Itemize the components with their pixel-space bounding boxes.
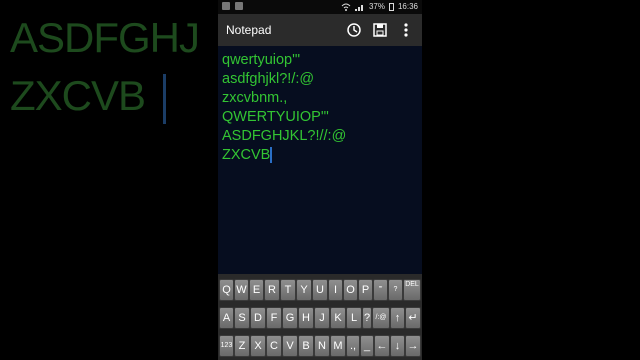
key-u[interactable]: U — [312, 279, 328, 301]
key-r[interactable]: R — [264, 279, 280, 301]
editor-line: qwertyuiop'" — [222, 52, 301, 68]
key-enter[interactable]: ↵ — [405, 307, 421, 329]
key-arrow-right[interactable]: → — [405, 335, 421, 357]
key-k[interactable]: K — [330, 307, 346, 329]
signal-icon — [354, 4, 363, 11]
save-icon[interactable] — [372, 22, 388, 38]
key-g[interactable]: G — [282, 307, 298, 329]
key-question[interactable]: ? — [388, 279, 403, 301]
text-editor[interactable]: qwertyuiop'" asdfghjkl?!/:@ zxcvbnm., QW… — [218, 46, 422, 274]
key-v[interactable]: V — [282, 335, 298, 357]
editor-line: ZXCVB — [222, 147, 271, 163]
key-j[interactable]: J — [314, 307, 330, 329]
key-period-comma[interactable]: ., — [346, 335, 360, 357]
app-bar: Notepad — [218, 14, 422, 46]
key-shift[interactable]: ↑ — [390, 307, 405, 329]
echo-caret — [163, 74, 166, 124]
history-clock-icon[interactable] — [346, 22, 362, 38]
key-space[interactable]: _ — [360, 335, 374, 357]
status-bar: 37% 16:36 — [218, 0, 422, 14]
key-d[interactable]: D — [250, 307, 266, 329]
key-b[interactable]: B — [298, 335, 314, 357]
wifi-icon — [341, 3, 351, 11]
editor-line: ASDFGHJKL?!//:@ — [222, 128, 347, 144]
key-z[interactable]: Z — [234, 335, 250, 357]
system-icons: 37% 16:36 — [341, 2, 418, 11]
echo-line-2: ZXCVB — [10, 72, 146, 119]
key-a[interactable]: A — [219, 307, 234, 329]
key-n[interactable]: N — [314, 335, 330, 357]
notification-icon — [235, 2, 243, 10]
key-arrow-left[interactable]: ← — [374, 335, 390, 357]
background-echo: ASDFGHJ ZXCVB — [0, 0, 218, 360]
battery-icon — [388, 2, 394, 11]
key-quote[interactable]: '" — [373, 279, 388, 301]
key-x[interactable]: X — [250, 335, 266, 357]
key-t[interactable]: T — [280, 279, 296, 301]
key-c[interactable]: C — [266, 335, 282, 357]
clock-time: 16:36 — [397, 2, 418, 11]
key-i[interactable]: I — [328, 279, 343, 301]
key-f[interactable]: F — [266, 307, 282, 329]
key-slash-colon-at[interactable]: /:@ — [372, 307, 390, 329]
key-q[interactable]: Q — [219, 279, 234, 301]
key-l[interactable]: L — [346, 307, 362, 329]
phone-screen: 37% 16:36 Notepad qwertyuiop'" asdfghjkl… — [218, 0, 422, 360]
key-m[interactable]: M — [330, 335, 346, 357]
key-p[interactable]: P — [358, 279, 373, 301]
key-s[interactable]: S — [234, 307, 250, 329]
soft-keyboard: Q W E R T Y U I O P '" ? DEL A S D F G H… — [218, 274, 422, 360]
text-caret — [270, 147, 272, 163]
key-h[interactable]: H — [298, 307, 314, 329]
editor-line: asdfghjkl?!/:@ — [222, 71, 315, 87]
editor-line: QWERTYUIOP'" — [222, 109, 329, 125]
echo-line-1: ASDFGHJ — [10, 14, 200, 61]
notification-icon — [222, 2, 230, 10]
key-w[interactable]: W — [234, 279, 249, 301]
app-title: Notepad — [226, 23, 272, 37]
key-delete[interactable]: DEL — [403, 279, 421, 301]
key-question-2[interactable]: ? — [362, 307, 372, 329]
key-arrow-down[interactable]: ↓ — [390, 335, 405, 357]
editor-line: zxcvbnm., — [222, 90, 288, 106]
key-o[interactable]: O — [343, 279, 358, 301]
key-e[interactable]: E — [249, 279, 264, 301]
battery-percent: 37% — [368, 2, 385, 11]
key-y[interactable]: Y — [296, 279, 312, 301]
notification-icons — [222, 2, 243, 10]
key-numbers[interactable]: 123 — [219, 335, 234, 357]
more-options-icon[interactable] — [402, 22, 418, 38]
